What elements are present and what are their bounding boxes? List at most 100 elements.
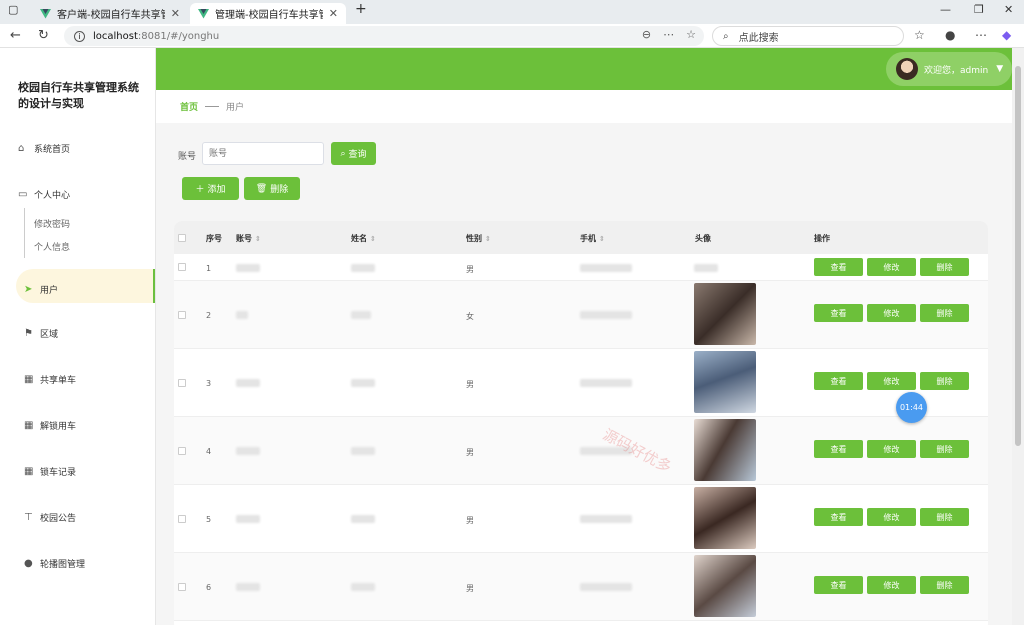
header-name[interactable]: 姓名 ⇕ bbox=[351, 233, 376, 244]
back-icon[interactable]: ← bbox=[10, 28, 21, 43]
sidebar-item-region[interactable]: ⚑ 区域 bbox=[24, 327, 58, 340]
top-bar: 欢迎您，admin ▼ bbox=[156, 48, 1012, 90]
row-index: 5 bbox=[206, 515, 212, 524]
edit-button[interactable]: 修改 bbox=[867, 508, 916, 526]
phone-redacted bbox=[580, 515, 632, 523]
view-button[interactable]: 查看 bbox=[814, 440, 863, 458]
delete-button[interactable]: 删除 bbox=[920, 508, 969, 526]
edit-button[interactable]: 修改 bbox=[867, 304, 916, 322]
phone-redacted bbox=[580, 264, 632, 272]
row-checkbox[interactable] bbox=[178, 379, 186, 387]
reload-icon[interactable]: ↻ bbox=[38, 28, 49, 43]
more-icon[interactable]: ⋯ bbox=[663, 28, 674, 41]
favorites-icon[interactable]: ☆ bbox=[914, 28, 925, 42]
sidebar-item-personal-center[interactable]: ▭ 个人中心 bbox=[18, 188, 70, 201]
select-all-checkbox[interactable] bbox=[178, 234, 186, 242]
delete-button[interactable]: 删除 bbox=[920, 304, 969, 322]
view-button[interactable]: 查看 bbox=[814, 508, 863, 526]
welcome-text: 欢迎您，admin bbox=[924, 65, 989, 76]
row-checkbox[interactable] bbox=[178, 447, 186, 455]
header-account[interactable]: 账号 ⇕ bbox=[236, 233, 261, 244]
sidebar-item-users[interactable]: ➤ 用户 bbox=[24, 283, 58, 296]
view-button[interactable]: 查看 bbox=[814, 258, 863, 276]
query-button[interactable]: ⌕ 查询 bbox=[331, 142, 376, 165]
table-row: 4 男 查看 修改 删除 bbox=[174, 417, 988, 485]
restore-icon[interactable]: ❐ bbox=[974, 3, 984, 16]
user-menu[interactable]: 欢迎您，admin ▼ bbox=[886, 52, 1012, 86]
view-button[interactable]: 查看 bbox=[814, 576, 863, 594]
row-checkbox[interactable] bbox=[178, 583, 186, 591]
header-gender[interactable]: 性别 ⇕ bbox=[466, 233, 491, 244]
account-redacted bbox=[236, 447, 260, 455]
browser-search-input[interactable]: ⌕ 点此搜索 bbox=[712, 26, 904, 46]
sidebar-subitem-change-password[interactable]: 修改密码 bbox=[34, 217, 70, 230]
edit-button[interactable]: 修改 bbox=[867, 440, 916, 458]
row-gender: 男 bbox=[466, 265, 474, 274]
account-redacted bbox=[236, 583, 260, 591]
row-gender: 男 bbox=[466, 584, 474, 593]
url-field[interactable]: i localhost:8081/#/yonghu ⊖ ⋯ ☆ bbox=[64, 26, 704, 46]
tab-actions-icon[interactable]: ▢ bbox=[8, 3, 18, 16]
sidebar-item-home[interactable]: ⌂ 系统首页 bbox=[18, 142, 70, 155]
minimize-icon[interactable]: — bbox=[940, 3, 951, 16]
add-button[interactable]: ＋ 添加 bbox=[182, 177, 239, 200]
breadcrumb-home[interactable]: 首页 bbox=[180, 100, 198, 113]
sidebar-item-label: 系统首页 bbox=[34, 145, 71, 155]
flag-icon: ⚑ bbox=[24, 328, 33, 339]
sidebar-subitem-personal-info[interactable]: 个人信息 bbox=[34, 240, 70, 253]
header-account-label: 账号 bbox=[236, 234, 252, 243]
browser-tab-admin[interactable]: 管理端-校园自行车共享管理系统的设计与实现 ✕ bbox=[190, 3, 346, 24]
delete-button[interactable]: 删除 bbox=[920, 576, 969, 594]
edit-button[interactable]: 修改 bbox=[867, 576, 916, 594]
zoom-icon[interactable]: ⊖ bbox=[642, 28, 651, 41]
avatar-image bbox=[694, 555, 756, 617]
sidebar-item-shared-bikes[interactable]: ▦ 共享单车 bbox=[24, 373, 76, 386]
row-checkbox[interactable] bbox=[178, 263, 186, 271]
close-icon[interactable]: ✕ bbox=[171, 7, 180, 20]
recording-timer[interactable]: 01:44 bbox=[896, 392, 927, 423]
breadcrumb-separator bbox=[205, 106, 220, 107]
header-phone[interactable]: 手机 ⇕ bbox=[580, 233, 605, 244]
info-icon[interactable]: i bbox=[74, 30, 85, 42]
bulk-delete-button[interactable]: 🗑 删除 bbox=[244, 177, 300, 200]
row-index: 1 bbox=[206, 264, 212, 273]
delete-button[interactable]: 删除 bbox=[920, 440, 969, 458]
row-checkbox[interactable] bbox=[178, 311, 186, 319]
sidebar-item-announcements[interactable]: ⊤ 校园公告 bbox=[24, 511, 76, 524]
window-close-icon[interactable]: ✕ bbox=[1004, 3, 1013, 16]
sign-icon: ⊤ bbox=[24, 512, 33, 523]
table-row: 6 男 查看 修改 删除 bbox=[174, 553, 988, 621]
profile-icon[interactable]: ● bbox=[945, 28, 955, 42]
sidebar-item-lock-records[interactable]: ▦ 锁车记录 bbox=[24, 465, 76, 478]
scrollbar-thumb[interactable] bbox=[1015, 66, 1021, 446]
view-button[interactable]: 查看 bbox=[814, 304, 863, 322]
sort-icon: ⇕ bbox=[485, 235, 491, 243]
row-checkbox[interactable] bbox=[178, 515, 186, 523]
sort-icon: ⇕ bbox=[599, 235, 605, 243]
delete-button[interactable]: 删除 bbox=[920, 258, 969, 276]
sidebar-item-unlock[interactable]: ▦ 解锁用车 bbox=[24, 419, 76, 432]
edit-button[interactable]: 修改 bbox=[867, 258, 916, 276]
close-icon[interactable]: ✕ bbox=[329, 7, 338, 20]
delete-button[interactable]: 删除 bbox=[920, 372, 969, 390]
account-search-input[interactable] bbox=[202, 142, 324, 165]
copilot-icon[interactable]: ◆ bbox=[1002, 28, 1011, 42]
edit-button[interactable]: 修改 bbox=[867, 372, 916, 390]
name-redacted bbox=[351, 447, 375, 455]
row-gender: 女 bbox=[466, 312, 474, 321]
settings-more-icon[interactable]: ⋯ bbox=[975, 28, 987, 42]
browser-tab-client[interactable]: 客户端-校园自行车共享管理系统的设计与实现 ✕ bbox=[32, 3, 188, 24]
favorite-star-icon[interactable]: ☆ bbox=[686, 28, 696, 41]
pin-icon: ● bbox=[24, 558, 33, 569]
send-icon: ➤ bbox=[24, 284, 33, 295]
header-actions: 操作 bbox=[814, 234, 830, 243]
new-tab-icon[interactable]: + bbox=[355, 1, 367, 17]
page-scrollbar[interactable] bbox=[1012, 48, 1024, 625]
avatar-redacted bbox=[694, 264, 718, 272]
sidebar-item-label: 共享单车 bbox=[40, 376, 77, 386]
browser-tab-bar: ▢ 客户端-校园自行车共享管理系统的设计与实现 ✕ 管理端-校园自行车共享管理系… bbox=[0, 0, 1024, 24]
tab-title: 客户端-校园自行车共享管理系统的设计与实现 bbox=[57, 10, 165, 21]
view-button[interactable]: 查看 bbox=[814, 372, 863, 390]
sidebar-item-carousel[interactable]: ● 轮播图管理 bbox=[24, 557, 85, 570]
table-row: 5 男 查看 修改 删除 bbox=[174, 485, 988, 553]
